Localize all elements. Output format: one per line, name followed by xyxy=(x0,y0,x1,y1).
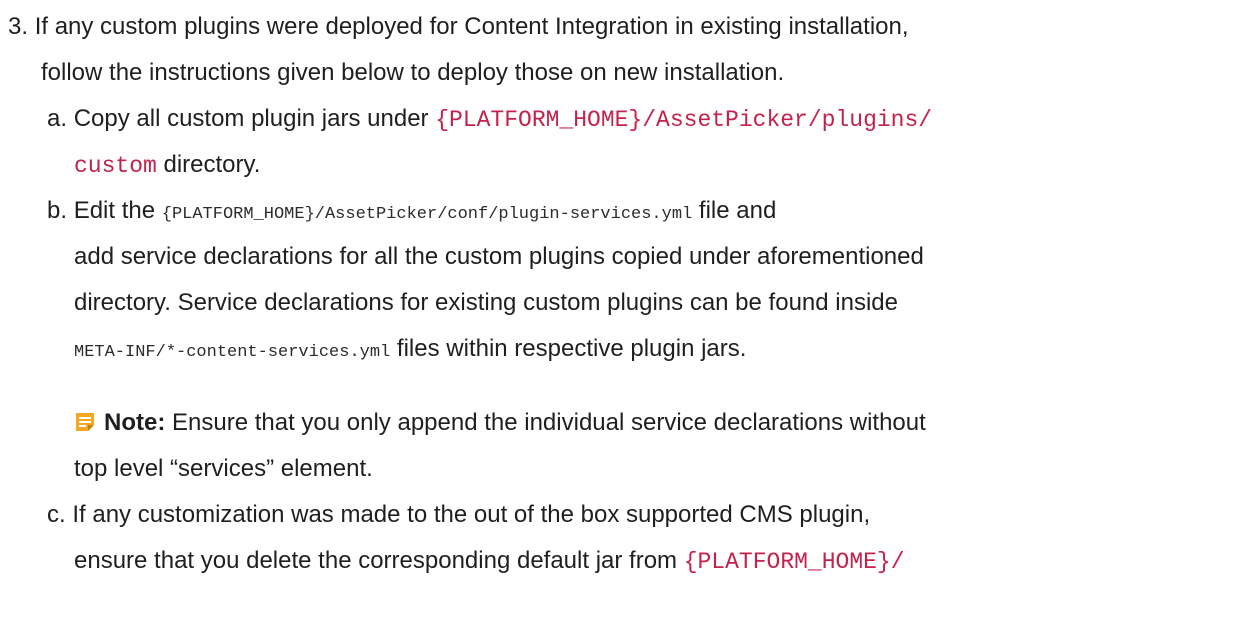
substep-text: files within respective plugin jars. xyxy=(390,335,747,362)
substep-text: Copy all custom plugin jars under xyxy=(73,105,436,132)
step-c-line-1: c. If any customization was made to the … xyxy=(47,500,870,530)
step-b-line-3: directory. Service declarations for exis… xyxy=(74,288,898,318)
note-text: top level “services” element. xyxy=(74,455,373,482)
substep-text: directory. Service declarations for exis… xyxy=(74,289,898,316)
step-b-line-4: META-INF/*-content-services.yml files wi… xyxy=(74,334,746,364)
step-c-line-2: ensure that you delete the corresponding… xyxy=(74,546,905,576)
note-label: Note: xyxy=(104,409,166,436)
substep-text: directory. xyxy=(156,151,261,178)
step-3-line-2: follow the instructions given below to d… xyxy=(41,58,784,88)
plugin-services-path: {PLATFORM_HOME}/AssetPicker/conf/plugin-… xyxy=(161,205,693,224)
plugins-path: {PLATFORM_HOME}/AssetPicker/plugins/ xyxy=(435,107,933,133)
step-a-line-1: a. Copy all custom plugin jars under {PL… xyxy=(47,104,932,134)
substep-text: Edit the xyxy=(73,197,162,224)
custom-path: custom xyxy=(74,153,157,179)
substep-letter: c. xyxy=(47,501,66,528)
step-number: 3. xyxy=(8,13,29,40)
note-text: Ensure that you only append the individu… xyxy=(165,409,926,436)
document-page: 3. If any custom plugins were deployed f… xyxy=(0,0,1233,641)
step-text: follow the instructions given below to d… xyxy=(41,59,785,86)
substep-letter: a. xyxy=(47,105,68,132)
step-b-line-2: add service declarations for all the cus… xyxy=(74,242,924,272)
step-text: If any custom plugins were deployed for … xyxy=(34,13,909,40)
substep-text: file and xyxy=(692,197,777,224)
platform-home-path: {PLATFORM_HOME}/ xyxy=(683,549,905,575)
step-3-line-1: 3. If any custom plugins were deployed f… xyxy=(8,12,909,42)
step-a-line-2: custom directory. xyxy=(74,150,260,180)
note-line-2: top level “services” element. xyxy=(74,454,373,484)
substep-letter: b. xyxy=(47,197,68,224)
meta-inf-path: META-INF/*-content-services.yml xyxy=(74,343,391,362)
substep-text: If any customization was made to the out… xyxy=(72,501,871,528)
substep-text: add service declarations for all the cus… xyxy=(74,243,924,270)
note-icon xyxy=(74,411,96,433)
substep-text: ensure that you delete the corresponding… xyxy=(74,547,684,574)
step-b-line-1: b. Edit the {PLATFORM_HOME}/AssetPicker/… xyxy=(47,196,776,226)
note-line-1: Note: Ensure that you only append the in… xyxy=(74,408,926,438)
